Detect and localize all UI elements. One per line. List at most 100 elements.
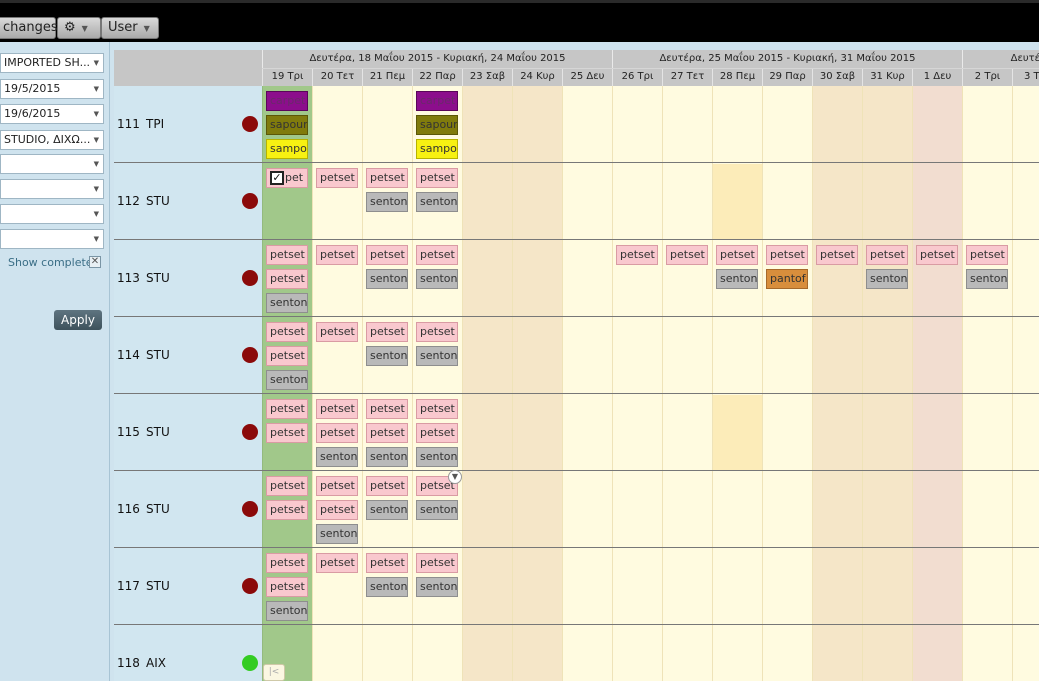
task-chip[interactable]: petset	[766, 245, 808, 265]
task-chip[interactable]: petset	[316, 322, 358, 342]
show-completed-checkbox[interactable]: ✕	[89, 256, 101, 268]
filter-select-8[interactable]: ▼	[0, 229, 104, 249]
task-chip[interactable]: petset	[416, 245, 458, 265]
task-chip[interactable]: petset	[266, 346, 308, 366]
task-chip[interactable]: petset	[266, 476, 308, 496]
task-chip[interactable]: senton	[366, 447, 408, 467]
user-menu-button[interactable]: User ▼	[101, 17, 159, 39]
task-chip[interactable]: senton	[416, 346, 458, 366]
task-chip[interactable]: sapour	[416, 115, 458, 135]
room-list: 111 TPI 112 STU 113 STU 114 STU 115 STU 116 STU 117 S…	[114, 86, 262, 681]
task-chip[interactable]: petset	[366, 399, 408, 419]
task-chip[interactable]: petset	[316, 476, 358, 496]
filter-select-7[interactable]: ▼	[0, 204, 104, 224]
task-chip[interactable]: senton	[366, 269, 408, 289]
task-chip[interactable]: ✓ pet	[266, 168, 308, 188]
task-chip[interactable]: petset	[316, 245, 358, 265]
shift-select[interactable]: IMPORTED SH... ▼	[0, 53, 104, 73]
task-chip[interactable]: petset	[266, 269, 308, 289]
task-chip[interactable]: sampo	[416, 139, 458, 159]
day-column	[1012, 86, 1039, 681]
day-label: 24 Κυρ	[512, 69, 562, 86]
row-divider	[262, 547, 1039, 548]
task-chip[interactable]: petset	[366, 168, 408, 188]
apply-button[interactable]: Apply	[54, 310, 102, 330]
task-chip[interactable]: petset	[366, 476, 408, 496]
task-chip[interactable]: carpet	[416, 91, 458, 111]
task-chip[interactable]: carpet	[266, 91, 308, 111]
task-chip[interactable]: petset	[266, 553, 308, 573]
task-chip[interactable]: petset	[666, 245, 708, 265]
room-row[interactable]: 115 STU	[114, 394, 262, 471]
scroll-left-handle[interactable]: |<	[263, 664, 285, 681]
room-type-select[interactable]: STUDIO, ΔΙΧΩ... ▼	[0, 130, 104, 150]
task-chip[interactable]: petset	[366, 553, 408, 573]
task-chip[interactable]: senton	[366, 192, 408, 212]
task-chip[interactable]: petset	[416, 553, 458, 573]
task-chip[interactable]: petset	[966, 245, 1008, 265]
task-chip[interactable]: senton	[316, 447, 358, 467]
task-chip[interactable]: senton	[416, 500, 458, 520]
changes-button[interactable]: changes	[0, 17, 58, 39]
task-label: carpet	[420, 94, 456, 107]
task-chip[interactable]: petset	[316, 168, 358, 188]
task-chip[interactable]: sapour	[266, 115, 308, 135]
settings-button[interactable]: ⚙ ▼	[57, 17, 101, 39]
task-chip[interactable]: senton	[366, 346, 408, 366]
room-row[interactable]: 116 STU	[114, 471, 262, 548]
task-chip[interactable]: petset	[316, 553, 358, 573]
task-chip[interactable]: petset	[616, 245, 658, 265]
room-row[interactable]: 114 STU	[114, 317, 262, 394]
task-chip[interactable]: petset	[866, 245, 908, 265]
task-chip[interactable]: petset	[366, 245, 408, 265]
task-chip[interactable]: petset	[266, 399, 308, 419]
filter-select-5[interactable]: ▼	[0, 154, 104, 174]
task-chip[interactable]: senton	[416, 577, 458, 597]
check-icon[interactable]: ✓	[270, 171, 284, 185]
task-chip[interactable]: senton	[416, 192, 458, 212]
task-chip[interactable]: petset	[266, 423, 308, 443]
task-chip[interactable]: senton	[266, 601, 308, 621]
room-row[interactable]: 111 TPI	[114, 86, 262, 163]
task-chip[interactable]: petset	[716, 245, 758, 265]
task-chip[interactable]: senton	[316, 524, 358, 544]
task-chip[interactable]: petset	[416, 168, 458, 188]
date-from-select[interactable]: 19/5/2015 ▼	[0, 79, 104, 99]
task-chip[interactable]: petset	[416, 322, 458, 342]
task-chip[interactable]: senton	[416, 447, 458, 467]
task-chip[interactable]: senton	[416, 269, 458, 289]
task-chip[interactable]: petset	[316, 399, 358, 419]
task-chip[interactable]: senton	[716, 269, 758, 289]
task-chip[interactable]: senton	[966, 269, 1008, 289]
task-chip[interactable]: petset	[366, 322, 408, 342]
room-row[interactable]: 118 AIX	[114, 625, 262, 681]
task-chip[interactable]: petset	[266, 500, 308, 520]
filter-select-6[interactable]: ▼	[0, 179, 104, 199]
task-chip[interactable]: senton	[366, 500, 408, 520]
task-chip[interactable]: petset	[266, 245, 308, 265]
task-chip[interactable]: senton	[866, 269, 908, 289]
room-status-dot	[242, 655, 258, 671]
task-chip[interactable]: petset	[316, 423, 358, 443]
task-chip[interactable]: petset	[366, 423, 408, 443]
chevron-down-icon[interactable]: ▼	[448, 470, 462, 484]
task-chip[interactable]: petset	[416, 399, 458, 419]
task-chip[interactable]: pantof	[766, 269, 808, 289]
task-chip[interactable]: petset	[816, 245, 858, 265]
task-chip[interactable]: senton	[266, 370, 308, 390]
week-header: Δευτέρα, 18 Μαΐου 2015 - Κυριακή, 24 Μαΐ…	[262, 50, 1039, 68]
task-chip[interactable]: petset	[316, 500, 358, 520]
task-chip[interactable]: petset	[266, 577, 308, 597]
task-chip[interactable]: petset	[916, 245, 958, 265]
task-chip[interactable]: petset	[416, 423, 458, 443]
room-type: AIX	[146, 656, 166, 670]
task-chip[interactable]: senton	[266, 293, 308, 313]
task-chip[interactable]: petset	[266, 322, 308, 342]
task-chip[interactable]: senton	[366, 577, 408, 597]
room-row[interactable]: 113 STU	[114, 240, 262, 317]
room-row[interactable]: 112 STU	[114, 163, 262, 240]
room-row[interactable]: 117 STU	[114, 548, 262, 625]
date-to-select[interactable]: 19/6/2015 ▼	[0, 104, 104, 124]
task-label: petset	[420, 402, 455, 415]
task-chip[interactable]: sampo	[266, 139, 308, 159]
